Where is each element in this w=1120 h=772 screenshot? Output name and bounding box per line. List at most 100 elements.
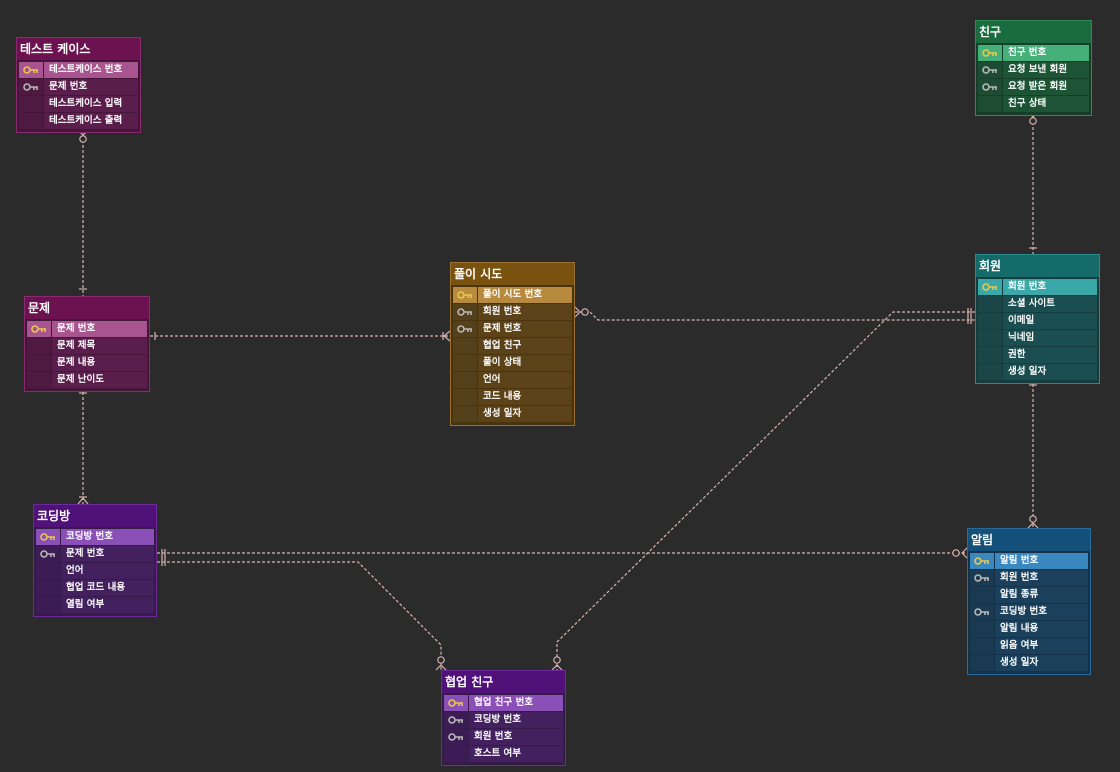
column-row[interactable]: 문제 번호 [27, 321, 147, 337]
column-row[interactable]: 알림 내용 [970, 621, 1088, 637]
column-row[interactable]: 테스트케이스 입력 [19, 96, 138, 112]
column-label: 회원 번호 [469, 729, 563, 745]
relation-line-attempt-member[interactable] [575, 311, 975, 321]
entity-title[interactable]: 알림 [968, 529, 1090, 551]
entity-columns: 협업 친구 번호 코딩방 번호 회원 번호 호스트 여부 [444, 695, 563, 762]
foreign-key-icon [453, 321, 477, 337]
entity-title[interactable]: 코딩방 [34, 505, 156, 527]
column-row[interactable]: 코딩방 번호 [36, 529, 154, 545]
primary-key-icon [978, 279, 1002, 295]
entity-columns: 코딩방 번호 문제 번호 언어 협업 코드 내용 열림 여부 [36, 529, 154, 613]
foreign-key-icon [978, 62, 1002, 78]
column-label: 친구 번호 [1003, 45, 1089, 61]
column-label: 문제 난이도 [52, 372, 147, 388]
entity-columns: 테스트케이스 번호 문제 번호 테스트케이스 입력 테스트케이스 출력 [19, 62, 138, 129]
column-icon-blank [978, 347, 1002, 363]
column-icon-blank [19, 96, 43, 112]
column-row[interactable]: 권한 [978, 347, 1097, 363]
column-row[interactable]: 알림 종류 [970, 587, 1088, 603]
column-row[interactable]: 생성 일자 [978, 364, 1097, 380]
column-icon-blank [19, 113, 43, 129]
column-row[interactable]: 회원 번호 [444, 729, 563, 745]
entity-member[interactable]: 회원 회원 번호 소셜 사이트 이메일 닉네임 권한 생성 일자 [975, 254, 1100, 384]
column-row[interactable]: 요청 받은 회원 [978, 79, 1089, 95]
column-row[interactable]: 문제 내용 [27, 355, 147, 371]
column-row[interactable]: 협업 코드 내용 [36, 580, 154, 596]
entity-title[interactable]: 협업 친구 [442, 671, 565, 693]
column-row[interactable]: 회원 번호 [978, 279, 1097, 295]
column-row[interactable]: 협업 친구 [453, 338, 572, 354]
column-label: 회원 번호 [478, 304, 572, 320]
column-icon-blank [453, 338, 477, 354]
marker-testcase-zero [79, 135, 87, 143]
erd-canvas: 테스트 케이스 테스트케이스 번호 문제 번호 테스트케이스 입력 테스트케이스 출력 친… [0, 0, 1120, 772]
primary-key-icon [444, 695, 468, 711]
column-label: 생성 일자 [1003, 364, 1097, 380]
entity-columns: 문제 번호 문제 제목 문제 내용 문제 난이도 [27, 321, 147, 388]
column-row[interactable]: 닉네임 [978, 330, 1097, 346]
column-row[interactable]: 회원 번호 [970, 570, 1088, 586]
column-row[interactable]: 문제 번호 [19, 79, 138, 95]
column-row[interactable]: 생성 일자 [453, 406, 572, 422]
column-label: 문제 번호 [52, 321, 147, 337]
column-row[interactable]: 문제 번호 [453, 321, 572, 337]
primary-key-icon [453, 287, 477, 303]
entity-title[interactable]: 회원 [976, 255, 1099, 277]
entity-testcase[interactable]: 테스트 케이스 테스트케이스 번호 문제 번호 테스트케이스 입력 테스트케이스 출력 [16, 37, 141, 133]
column-row[interactable]: 코드 내용 [453, 389, 572, 405]
column-row[interactable]: 소셜 사이트 [978, 296, 1097, 312]
column-icon-blank [970, 587, 994, 603]
column-row[interactable]: 문제 난이도 [27, 372, 147, 388]
column-icon-blank [444, 746, 468, 762]
column-label: 회원 번호 [995, 570, 1088, 586]
column-row[interactable]: 열림 여부 [36, 597, 154, 613]
column-row[interactable]: 읽음 여부 [970, 638, 1088, 654]
column-label: 알림 종류 [995, 587, 1088, 603]
column-row[interactable]: 언어 [36, 563, 154, 579]
column-row[interactable]: 알림 번호 [970, 553, 1088, 569]
column-label: 테스트케이스 입력 [44, 96, 138, 112]
entity-title[interactable]: 친구 [976, 21, 1091, 43]
entity-attempt[interactable]: 풀이 시도풀이 시도 번호 회원 번호 문제 번호 협업 친구 풀이 상태 언어 코드 내용… [450, 262, 575, 426]
column-icon-blank [978, 296, 1002, 312]
column-row[interactable]: 풀이 상태 [453, 355, 572, 371]
entity-columns: 회원 번호 소셜 사이트 이메일 닉네임 권한 생성 일자 [978, 279, 1097, 380]
entity-problem[interactable]: 문제 문제 번호 문제 제목 문제 내용 문제 난이도 [24, 296, 150, 392]
relation-line-member-collab[interactable] [556, 311, 975, 670]
column-row[interactable]: 이메일 [978, 313, 1097, 329]
entity-notice[interactable]: 알림알림 번호 회원 번호 알림 종류 코딩방 번호 알림 내용 읽음 여부 생성 일자 [967, 528, 1091, 675]
column-row[interactable]: 생성 일자 [970, 655, 1088, 671]
relation-line-codingroom-collab[interactable] [157, 561, 442, 670]
primary-key-icon [36, 529, 60, 545]
column-row[interactable]: 호스트 여부 [444, 746, 563, 762]
entity-collab[interactable]: 협업 친구 협업 친구 번호 코딩방 번호 회원 번호 호스트 여부 [441, 670, 566, 766]
entity-codingroom[interactable]: 코딩방 코딩방 번호 문제 번호 언어 협업 코드 내용 열림 여부 [33, 504, 157, 617]
column-row[interactable]: 테스트케이스 번호 [19, 62, 138, 78]
column-row[interactable]: 문제 제목 [27, 338, 147, 354]
column-row[interactable]: 코딩방 번호 [444, 712, 563, 728]
entity-title[interactable]: 테스트 케이스 [17, 38, 140, 60]
marker-attempt-right-crow [574, 306, 581, 318]
marker-attempt-right-zero [581, 308, 589, 316]
column-label: 문제 번호 [61, 546, 154, 562]
column-icon-blank [36, 563, 60, 579]
entity-title[interactable]: 풀이 시도 [451, 263, 574, 285]
column-row[interactable]: 요청 보낸 회원 [978, 62, 1089, 78]
column-row[interactable]: 코딩방 번호 [970, 604, 1088, 620]
column-row[interactable]: 테스트케이스 출력 [19, 113, 138, 129]
column-label: 이메일 [1003, 313, 1097, 329]
column-row[interactable]: 문제 번호 [36, 546, 154, 562]
column-row[interactable]: 협업 친구 번호 [444, 695, 563, 711]
entity-friend[interactable]: 친구친구 번호 요청 보낸 회원 요청 받은 회원 친구 상태 [975, 20, 1092, 116]
primary-key-icon [27, 321, 51, 337]
entity-title[interactable]: 문제 [25, 297, 149, 319]
column-label: 협업 친구 번호 [469, 695, 563, 711]
column-row[interactable]: 친구 번호 [978, 45, 1089, 61]
column-row[interactable]: 회원 번호 [453, 304, 572, 320]
column-row[interactable]: 친구 상태 [978, 96, 1089, 112]
column-row[interactable]: 풀이 시도 번호 [453, 287, 572, 303]
foreign-key-icon [36, 546, 60, 562]
column-row[interactable]: 언어 [453, 372, 572, 388]
column-label: 코드 내용 [478, 389, 572, 405]
column-label: 코딩방 번호 [995, 604, 1088, 620]
